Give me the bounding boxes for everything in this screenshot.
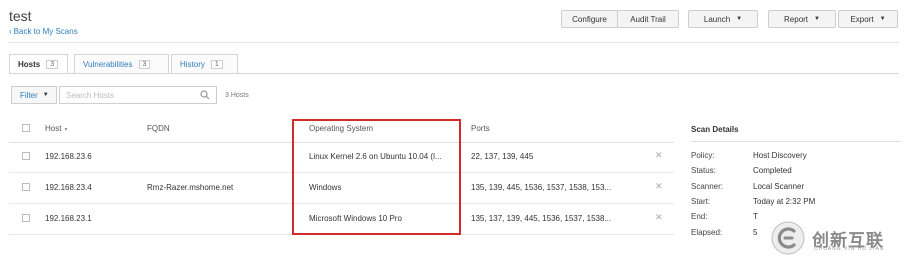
detail-value: Local Scanner xyxy=(753,182,805,191)
report-button[interactable]: Report ▼ xyxy=(768,10,836,28)
watermark-subtext: CHUANG XIN HU LIAN xyxy=(814,246,885,252)
detail-value: 5 xyxy=(753,228,758,237)
tab-underline xyxy=(9,73,899,74)
detail-value: Completed xyxy=(753,166,792,175)
search-icon[interactable] xyxy=(200,90,210,102)
detail-key: Start: xyxy=(691,197,711,206)
export-label: Export xyxy=(850,14,874,24)
detail-key: Scanner: xyxy=(691,182,724,191)
scan-details-title: Scan Details xyxy=(691,125,739,134)
audit-trail-button[interactable]: Audit Trail xyxy=(617,10,679,28)
header-divider xyxy=(9,42,899,43)
filter-label: Filter xyxy=(20,90,38,100)
caret-down-icon: ▼ xyxy=(814,16,820,22)
caret-down-icon: ▼ xyxy=(736,16,743,22)
row-checkbox[interactable] xyxy=(22,183,30,191)
caret-down-icon: ▼ xyxy=(42,92,49,98)
detail-key: Status: xyxy=(691,166,716,175)
search-input[interactable]: Search Hosts xyxy=(59,86,217,104)
column-host[interactable]: Host ▾ xyxy=(45,124,67,133)
detail-key: Elapsed: xyxy=(691,228,723,237)
column-label: Host xyxy=(45,124,62,133)
caret-down-icon: ▼ xyxy=(879,16,886,22)
tab-hosts[interactable]: Hosts 3 xyxy=(9,54,68,74)
column-ports[interactable]: Ports xyxy=(471,124,490,133)
detail-value: Host Discovery xyxy=(753,151,807,160)
ports-cell: 135, 139, 445, 1536, 1537, 1538, 153... xyxy=(471,183,612,192)
column-fqdn[interactable]: FQDN xyxy=(147,124,170,133)
detail-value: Today at 2:32 PM xyxy=(753,197,816,206)
tab-history[interactable]: History 1 xyxy=(171,54,238,73)
row-checkbox[interactable] xyxy=(22,214,30,222)
ports-cell: 135, 137, 139, 445, 1536, 1537, 1538... xyxy=(471,214,612,223)
launch-label: Launch xyxy=(703,14,731,24)
count-badge: 3 xyxy=(46,60,59,69)
close-icon[interactable]: ✕ xyxy=(655,212,663,223)
search-placeholder: Search Hosts xyxy=(66,90,115,100)
scan-details-divider xyxy=(691,141,901,142)
sort-icon: ▾ xyxy=(64,127,68,133)
host-cell: 192.168.23.1 xyxy=(45,214,92,223)
close-icon[interactable]: ✕ xyxy=(655,181,663,192)
filter-button[interactable]: Filter ▼ xyxy=(11,86,57,104)
export-button[interactable]: Export ▼ xyxy=(838,10,898,28)
watermark-logo-icon xyxy=(771,221,805,255)
chevron-left-icon: ‹ xyxy=(9,27,12,36)
row-checkbox[interactable] xyxy=(22,152,30,160)
configure-label: Configure xyxy=(572,14,607,24)
back-to-scans-link[interactable]: ‹ Back to My Scans xyxy=(9,27,78,36)
back-link-label: Back to My Scans xyxy=(13,27,78,36)
host-cell: 192.168.23.6 xyxy=(45,152,92,161)
page-title: test xyxy=(9,8,32,24)
launch-button[interactable]: Launch ▼ xyxy=(688,10,758,28)
audit-trail-label: Audit Trail xyxy=(630,14,666,24)
close-icon[interactable]: ✕ xyxy=(655,150,663,161)
highlight-box xyxy=(292,119,461,235)
detail-key: Policy: xyxy=(691,151,715,160)
configure-button[interactable]: Configure xyxy=(561,10,618,28)
tab-label: History xyxy=(180,59,205,69)
tab-label: Hosts xyxy=(18,60,41,69)
detail-value: T xyxy=(753,212,758,221)
count-badge: 1 xyxy=(210,59,223,69)
host-cell: 192.168.23.4 xyxy=(45,183,92,192)
select-all-checkbox[interactable] xyxy=(22,124,30,132)
count-badge: 3 xyxy=(138,59,151,69)
host-count: 3 Hosts xyxy=(225,92,249,99)
ports-cell: 22, 137, 139, 445 xyxy=(471,152,534,161)
tab-label: Vulnerabilities xyxy=(83,59,133,69)
detail-key: End: xyxy=(691,212,708,221)
tab-vulnerabilities[interactable]: Vulnerabilities 3 xyxy=(74,54,169,73)
report-label: Report xyxy=(784,14,809,24)
fqdn-cell: Rmz-Razer.mshome.net xyxy=(147,183,234,192)
